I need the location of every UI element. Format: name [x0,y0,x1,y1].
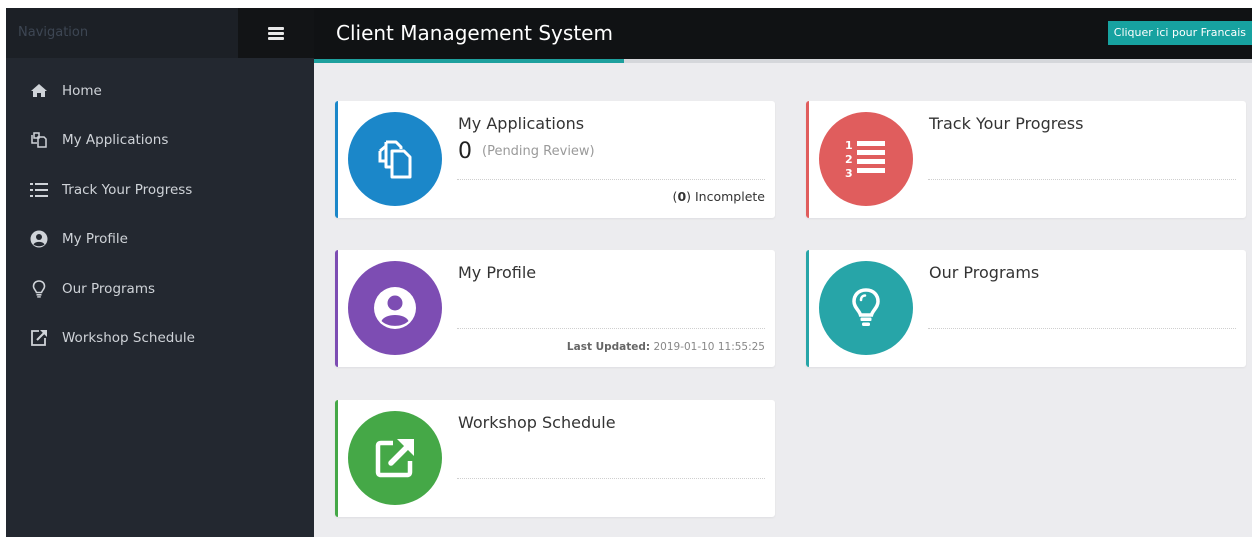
loading-bar [314,59,1252,63]
sidebar-item-label: My Applications [62,132,169,149]
card-accent [335,101,338,218]
sidebar-item-label: Track Your Progress [62,181,193,198]
loading-bar-fill [314,59,624,63]
sidebar-item-workshop-schedule[interactable]: Workshop Schedule [6,314,314,364]
sidebar-item-label: Workshop Schedule [62,330,195,347]
external-link-icon [27,329,51,347]
applications-count: 0 [458,139,472,164]
card-title: My Profile [458,263,537,282]
top-bar: Client Management System Cliquer ici pou… [314,8,1252,59]
card-accent [806,250,809,367]
card-title: My Applications [458,114,585,133]
sidebar-item-label: Home [62,82,102,99]
menu-toggle-button[interactable] [238,8,314,58]
hamburger-icon [268,26,284,40]
card-my-profile[interactable]: My Profile Last Updated: 2019-01-10 11:5… [335,250,775,367]
card-accent [335,250,338,367]
svg-text:1: 1 [845,139,853,152]
sidebar-item-home[interactable]: Home [6,66,314,116]
last-updated: Last Updated: 2019-01-10 11:55:25 [567,341,765,353]
sidebar-item-track-your-progress[interactable]: Track Your Progress [6,165,314,215]
card-divider [457,478,765,479]
incomplete-count: 0 [677,189,687,204]
user-circle-icon [27,230,51,248]
card-accent [335,400,338,517]
svg-text:2: 2 [845,153,853,166]
external-link-icon [348,411,442,505]
home-icon [27,83,51,98]
card-accent [806,101,809,218]
list-ol-icon [27,182,51,198]
last-updated-label: Last Updated: [566,341,651,353]
card-workshop-schedule[interactable]: Workshop Schedule [335,400,775,517]
card-divider [457,328,765,329]
main-content: My Applications 0 (Pending Review) (0) I… [314,59,1252,537]
last-updated-value: 2019-01-10 11:55:25 [653,341,765,353]
sidebar: Navigation Home My Applications Track Yo… [6,8,314,537]
sidebar-item-my-profile[interactable]: My Profile [6,215,314,265]
lightbulb-icon [27,279,51,298]
card-divider [457,179,765,180]
copy-icon [27,131,51,149]
copy-icon [348,112,442,206]
sidebar-item-my-applications[interactable]: My Applications [6,116,314,166]
lightbulb-icon [819,261,913,355]
card-track-your-progress[interactable]: 123 Track Your Progress [806,101,1246,218]
incomplete-status: (0) Incomplete [672,189,765,204]
nav-title: Navigation [6,8,238,58]
card-divider [928,179,1236,180]
card-title: Workshop Schedule [458,413,616,432]
app-title: Client Management System [336,21,613,45]
sidebar-nav: Home My Applications Track Your Progress… [6,66,314,363]
incomplete-label: Incomplete [695,189,765,204]
card-divider [928,328,1236,329]
sidebar-item-label: Our Programs [62,280,156,297]
language-toggle-button[interactable]: Cliquer ici pour Francais [1107,21,1252,45]
card-title: Our Programs [929,263,1040,282]
applications-count-label: (Pending Review) [482,144,595,159]
sidebar-item-our-programs[interactable]: Our Programs [6,264,314,314]
card-our-programs[interactable]: Our Programs [806,250,1246,367]
card-my-applications[interactable]: My Applications 0 (Pending Review) (0) I… [335,101,775,218]
user-circle-icon [348,261,442,355]
card-title: Track Your Progress [929,114,1084,133]
sidebar-item-label: My Profile [62,231,128,248]
list-ol-icon: 123 [819,112,913,206]
svg-text:3: 3 [845,167,853,180]
